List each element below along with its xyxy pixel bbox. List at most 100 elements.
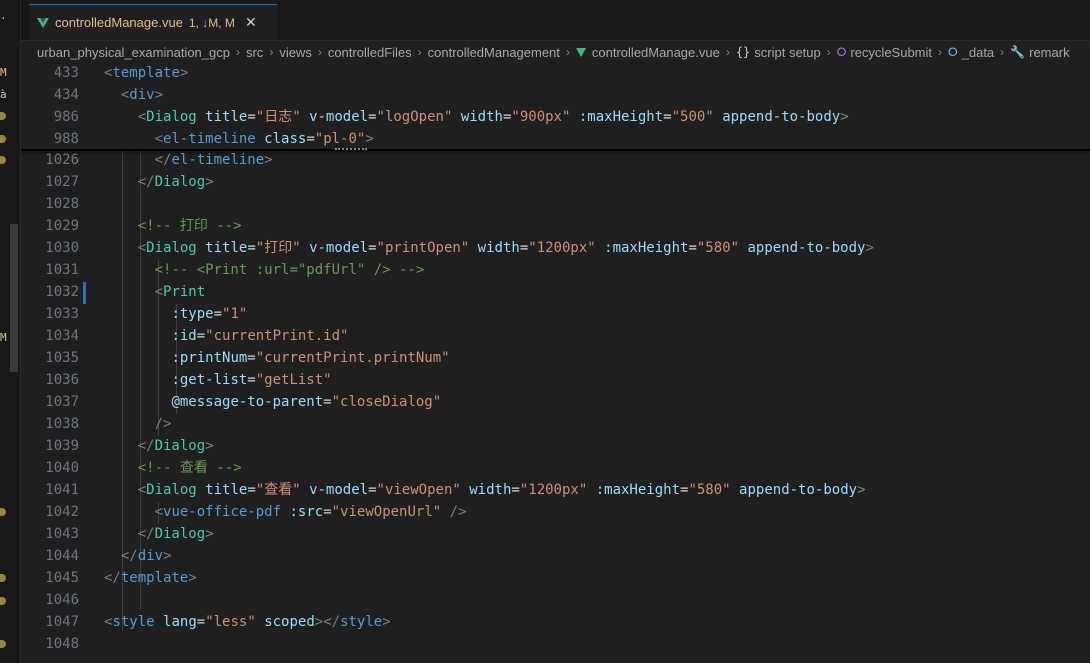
code-token: > [179,65,189,81]
code-token: "查看" [255,482,301,498]
sidebar-scrollbar[interactable] [10,224,18,372]
code-token: > [205,526,214,542]
code-token: v-model [309,482,369,498]
chevron-right-icon: › [269,45,274,59]
modified-dot [0,640,6,648]
code-line[interactable]: 1045 </template> [21,567,1090,589]
code-editor[interactable]: 433 <template> 434 <div> 986 < Dialog title =… [21,62,1090,663]
code-token: "580" [696,240,740,256]
code-token: width [460,109,503,125]
code-line[interactable]: 1047 <style lang="less" scoped></style> [21,611,1090,633]
code-line[interactable]: 1028 [21,193,1090,215]
breadcrumb-item[interactable]: {} script setup [736,45,821,60]
code-token: "less" [205,614,256,630]
code-line[interactable]: 1034 :id="currentPrint.id" [21,325,1090,347]
code-token: style [112,614,155,630]
breadcrumb-item[interactable]: src [246,45,263,60]
code-line[interactable]: 1048 [21,633,1090,655]
tab-controlled-manage[interactable]: controlledManage.vue 1, ↓M, M ✕ [29,4,277,40]
sticky-code-line[interactable]: 988 <el-timeline class="pl-0"> [21,128,1090,150]
vue-icon [575,47,586,57]
vue-icon [37,17,49,28]
code-token: Dialog [146,240,197,256]
chevron-right-icon: › [565,45,570,59]
breadcrumb-item[interactable]: controlledManage.vue [575,44,720,60]
code-line[interactable]: 1031 <!-- <Print :url="pdfUrl" /> --> [21,259,1090,281]
code-token: </ [137,438,155,454]
code-line[interactable]: 1027 </Dialog> [21,171,1090,193]
line-number: 1034 [45,328,79,344]
code-token: = [368,109,377,125]
code-line[interactable]: 1037 @message-to-parent="closeDialog" [21,391,1090,413]
code-line[interactable]: 1042 <vue-office-pdf :src="viewOpenUrl" … [21,501,1090,523]
code-token: = [196,614,206,630]
code-token: style [340,614,383,630]
line-code: /> [104,413,172,435]
code-token: title [205,109,248,125]
breadcrumb-item[interactable]: views [279,45,312,60]
chevron-right-icon: › [235,45,240,59]
line-number: 1026 [45,152,79,168]
code-line[interactable]: 1038 /> [21,413,1090,435]
chevron-right-icon: › [317,45,322,59]
line-code: <Print [104,281,206,303]
code-token: "logOpen" [376,109,453,125]
code-line[interactable]: 1040 <!-- 查看 --> [21,457,1090,479]
breadcrumb-item[interactable]: ⭘ _data [948,45,994,60]
modified-dot [0,597,6,605]
sticky-code-line[interactable]: 434 <div> [21,84,1090,106]
code-token: :get-list [171,372,248,388]
code-token: div [129,87,155,103]
line-number: 986 [53,109,79,125]
code-token: "1200px" [519,482,588,498]
code-token: = [511,482,520,498]
code-token: "closeDialog" [331,394,442,410]
line-code: <style lang="less" scoped></style> [104,611,391,633]
sticky-code-line[interactable]: 986 <Dialog title="日志" v-model="logOpen"… [21,106,1090,128]
close-icon[interactable]: ✕ [245,14,257,31]
code-line[interactable]: 1036 :get-list="getList" [21,369,1090,391]
code-line[interactable]: 1039 </Dialog> [21,435,1090,457]
breadcrumb-label: controlledManage.vue [591,44,720,60]
code-token: "viewOpenUrl" [331,504,442,520]
code-token: /> [449,504,467,520]
code-line[interactable]: 1026 </el-timeline> [21,149,1090,171]
breadcrumb-item[interactable]: controlledFiles [328,45,412,60]
code-token: el-timeline [163,131,256,147]
code-line[interactable]: 1030 <Dialog title="打印" v-model="printOp… [21,237,1090,259]
code-line[interactable]: 1032 <Print [21,281,1090,303]
code-token: </ [120,548,138,564]
code-line[interactable]: 1041 <Dialog title="查看" v-model="viewOpe… [21,479,1090,501]
code-line[interactable]: 1029 <!-- 打印 --> [21,215,1090,237]
code-line[interactable]: 1043 </Dialog> [21,523,1090,545]
code-line[interactable]: 1046 [21,589,1090,611]
code-token: = [368,240,377,256]
line-code: </el-timeline> [104,149,273,171]
code-line[interactable]: 1044 </div> [21,545,1090,567]
code-token: width [469,482,512,498]
code-token: < [154,284,164,300]
code-line[interactable]: 1033 :type="1" [21,303,1090,325]
breadcrumb-label: _data [961,44,995,60]
sticky-code-line[interactable]: 433 <template> [21,62,1090,84]
code-token: template [112,65,180,81]
code-token: > [840,109,849,125]
breadcrumb-item[interactable]: urban_physical_examination_gcp [37,45,230,60]
line-code: <Dialog title="日志" v-model="logOpen" wid… [104,106,849,128]
line-code: <vue-office-pdf :src="viewOpenUrl" /> [104,501,467,523]
breadcrumb-item[interactable]: 🔧 remark [1010,45,1069,60]
code-line[interactable]: 1035 :printNum="currentPrint.printNum" [21,347,1090,369]
breadcrumb-item[interactable]: controlledManagement [428,45,560,60]
breadcrumb-item[interactable]: ⭘ recycleSubmit [837,45,932,60]
code-token: template [120,570,189,586]
